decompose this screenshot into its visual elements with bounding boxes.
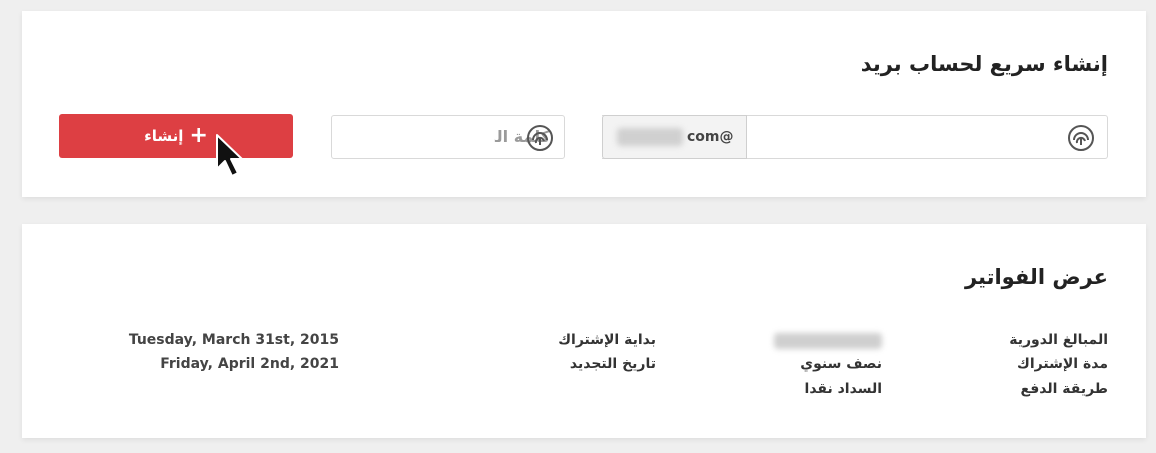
create-button[interactable]: + إنشاء	[59, 114, 293, 158]
payment-method-label: طريقة الدفع	[1020, 381, 1108, 397]
mouse-cursor-icon	[216, 134, 243, 177]
domain-name-redacted	[617, 128, 683, 146]
subscription-start-label: بداية الإشتراك	[558, 332, 656, 348]
plus-icon: +	[189, 123, 208, 148]
renewal-date-label: تاريخ التجديد	[569, 356, 656, 372]
quick-create-title: إنشاء سريع لحساب بريد	[860, 52, 1108, 76]
periodic-amounts-label: المبالغ الدورية	[1009, 332, 1108, 348]
quick-create-card: إنشاء سريع لحساب بريد اسم com@ كلمة المر…	[22, 11, 1146, 197]
subscription-period-label: مدة الإشتراك	[1017, 356, 1108, 372]
create-button-label: إنشاء	[144, 127, 184, 145]
fingerprint-icon	[1068, 125, 1094, 151]
payment-method-value: السداد نقدا	[804, 381, 882, 397]
password-input[interactable]: كلمة المرور	[331, 115, 565, 159]
invoices-title: عرض الفواتير	[964, 265, 1108, 289]
subscription-start-value: Tuesday, March 31st, 2015	[128, 332, 339, 348]
subscription-period-value: نصف سنوي	[800, 356, 882, 372]
renewal-date-value: Friday, April 2nd, 2021	[160, 356, 339, 372]
domain-addon: com@	[602, 115, 747, 159]
invoices-card: عرض الفواتير المبالغ الدورية مدة الإشترا…	[22, 224, 1146, 438]
fingerprint-icon	[527, 125, 553, 151]
domain-suffix: com@	[687, 129, 734, 145]
periodic-amounts-value-redacted	[774, 333, 882, 349]
